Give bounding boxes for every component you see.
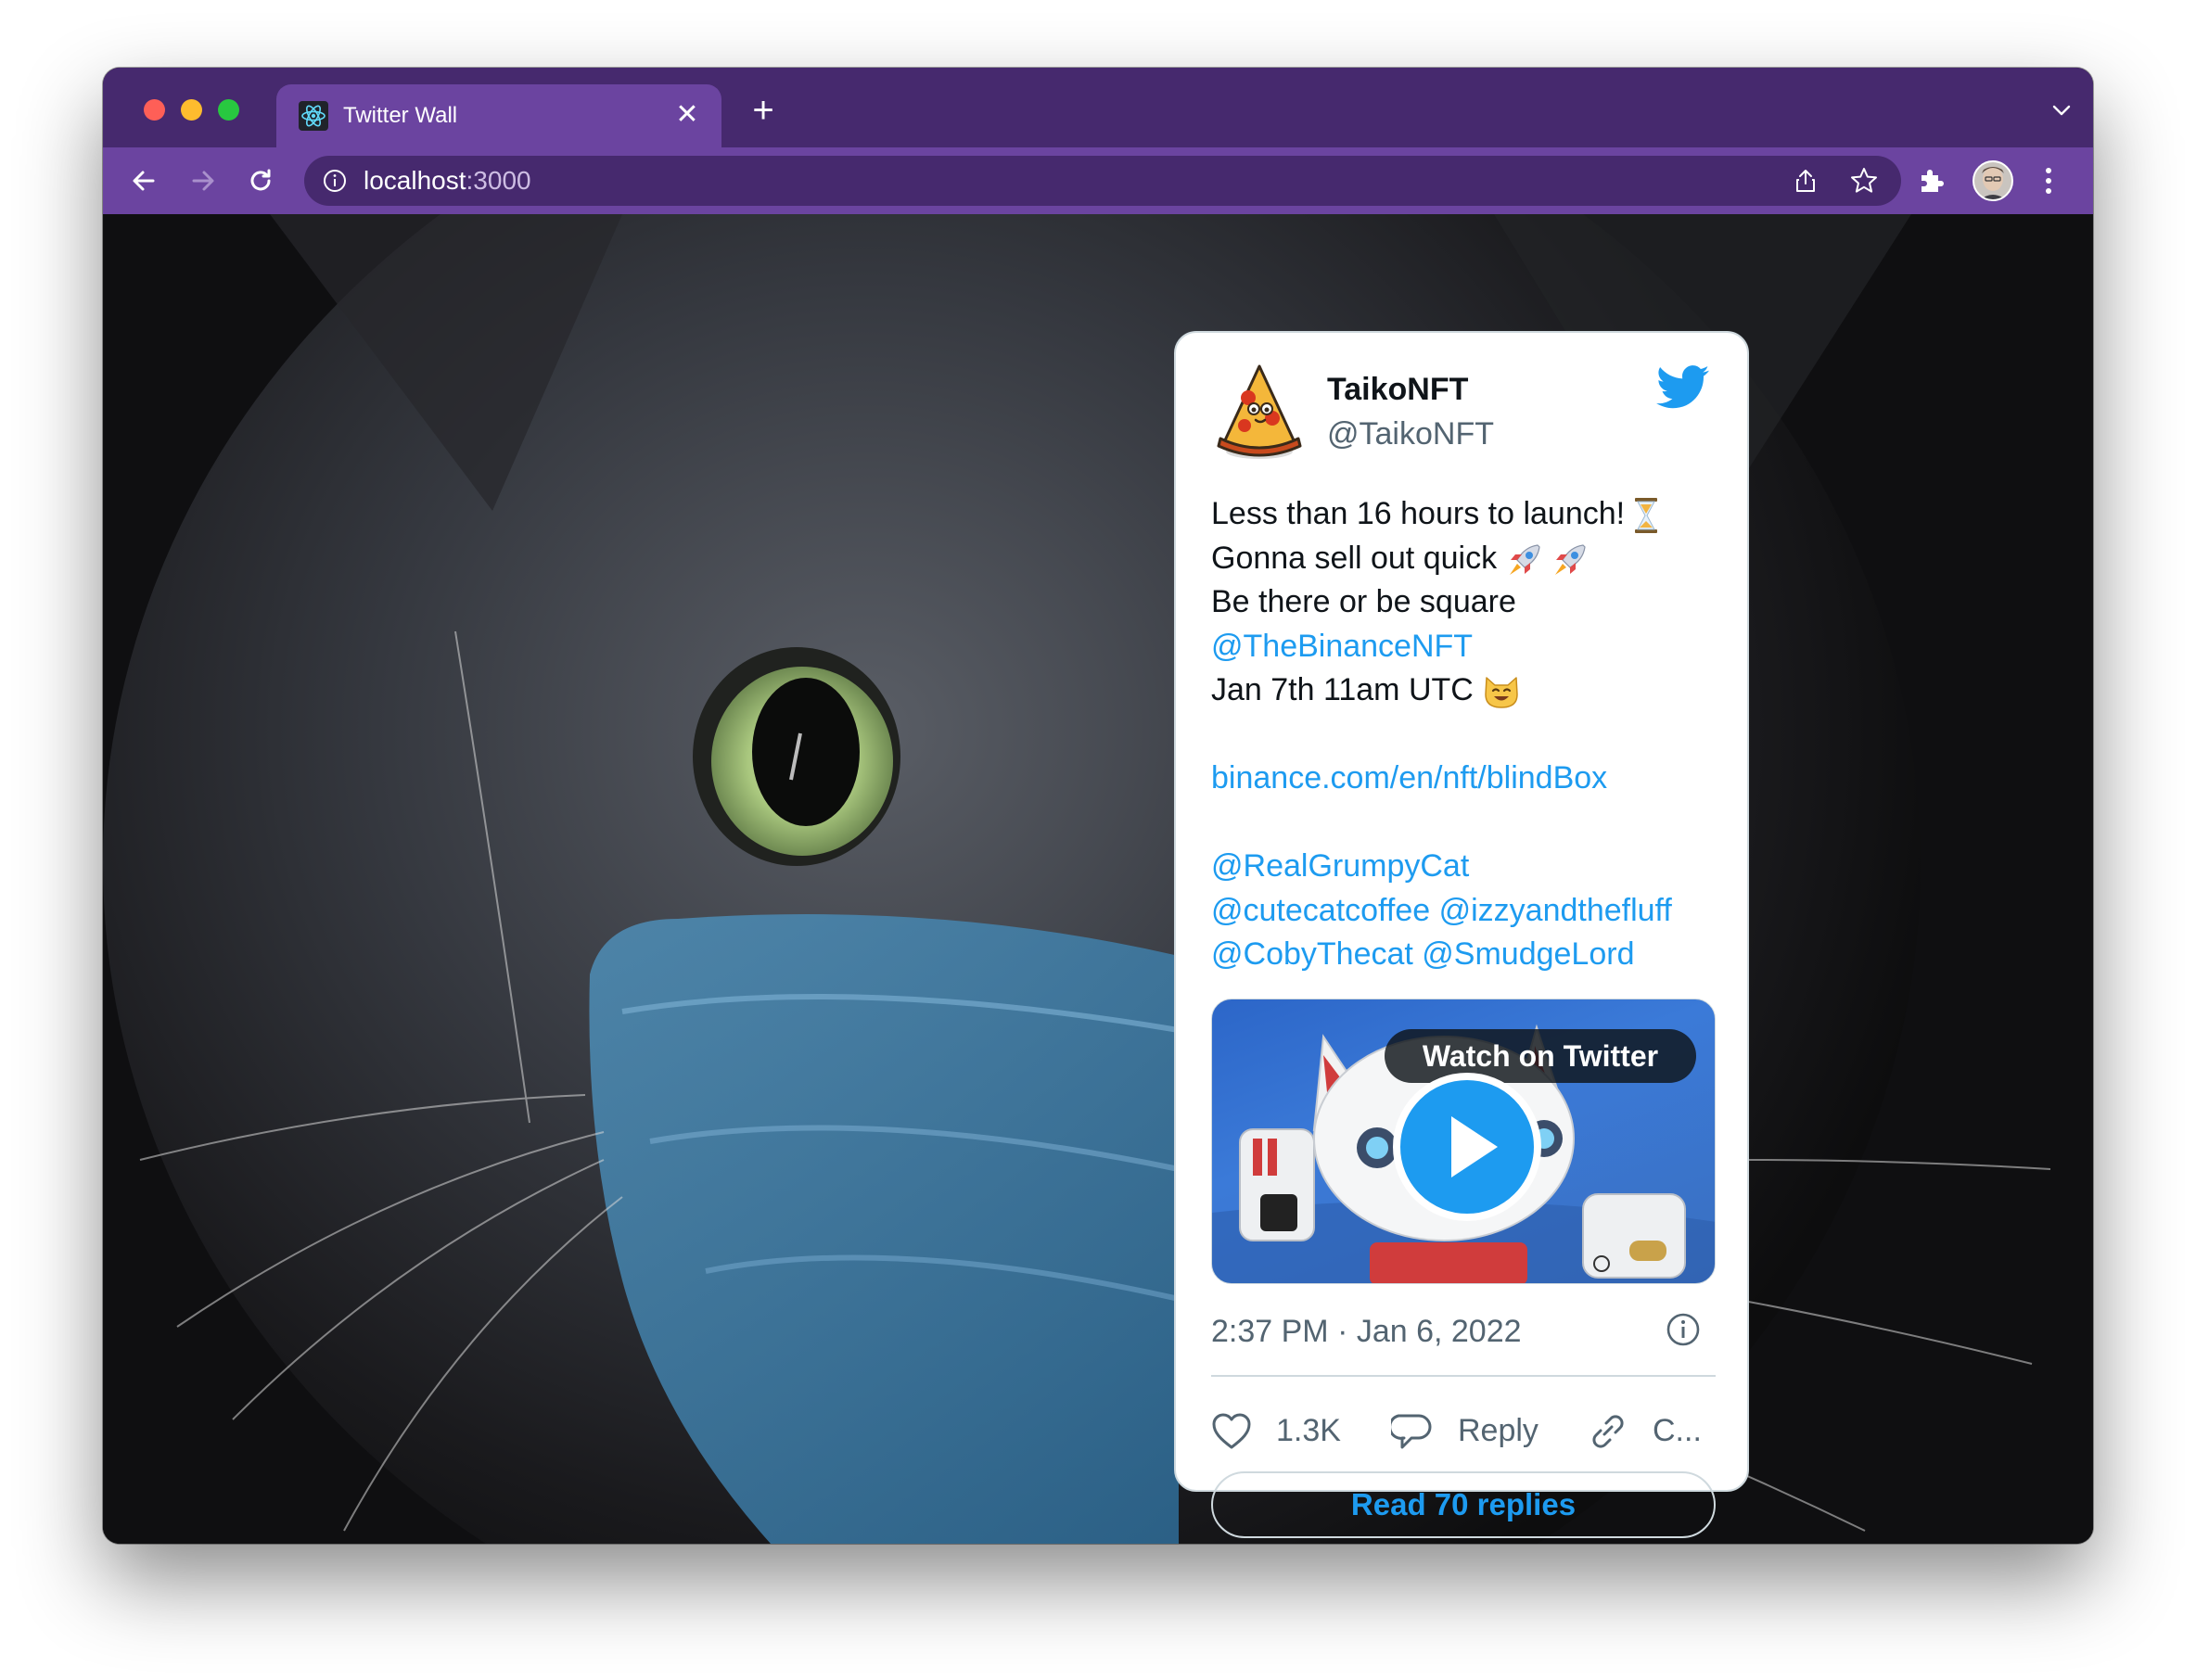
cat-background-image	[103, 214, 2093, 1544]
url-text: localhost:3000	[364, 166, 531, 195]
rocket-emoji-icon	[1509, 543, 1540, 575]
page-content: TaikoNFT @TaikoNFT Less than 16 hours to…	[103, 214, 2093, 1544]
react-icon	[299, 101, 328, 131]
link-chain-icon	[1592, 1415, 1624, 1448]
speech-bubble-icon	[1391, 1414, 1432, 1449]
reply-action[interactable]: Reply	[1391, 1408, 1558, 1453]
rocket-emoji-icon-2	[1554, 543, 1586, 575]
twitter-bird-icon[interactable]	[1656, 364, 1710, 411]
copy-link-label: C...	[1653, 1413, 1702, 1448]
address-bar[interactable]: localhost:3000	[304, 156, 1901, 206]
tweet-display-name[interactable]: TaikoNFT	[1327, 372, 1468, 408]
share-icon[interactable]	[1792, 167, 1819, 195]
back-arrow-icon[interactable]	[127, 164, 160, 197]
tweet-line-blank-1	[1211, 713, 1730, 757]
tweet-timestamp[interactable]: 2:37 PM · Jan 6, 2022	[1211, 1314, 1522, 1350]
mention-cobythecat-smudgelord-links[interactable]: @CobyThecat @SmudgeLord	[1211, 933, 1730, 977]
close-window-button[interactable]	[144, 99, 165, 121]
maximize-window-button[interactable]	[218, 99, 239, 121]
tweet-line-3: Be there or be square	[1211, 584, 1516, 619]
hourglass-emoji-icon	[1634, 498, 1657, 534]
like-count: 1.3K	[1276, 1413, 1341, 1448]
copy-link-action[interactable]: C...	[1588, 1408, 1717, 1453]
browser-window: Twitter Wall ✕ + localhost:3000 TaikoNFT…	[103, 68, 2093, 1544]
minimize-window-button[interactable]	[181, 99, 202, 121]
tab-close-icon[interactable]: ✕	[671, 99, 703, 131]
tab-strip: Twitter Wall ✕ +	[103, 68, 2093, 147]
tweet-line-1: Less than 16 hours to launch!	[1211, 496, 1626, 531]
forward-arrow-icon[interactable]	[186, 164, 220, 197]
tweet-divider	[1211, 1375, 1716, 1377]
reply-label: Reply	[1458, 1413, 1538, 1448]
like-action[interactable]: 1.3K	[1211, 1408, 1341, 1453]
bookmark-star-icon[interactable]	[1849, 166, 1879, 196]
tweet-line-blank-2	[1211, 801, 1730, 846]
heart-icon	[1212, 1413, 1251, 1449]
tab-twitter-wall[interactable]: Twitter Wall ✕	[276, 84, 721, 147]
binance-blindbox-link[interactable]: binance.com/en/nft/blindBox	[1211, 757, 1730, 801]
new-tab-button[interactable]: +	[743, 90, 784, 131]
tab-title: Twitter Wall	[343, 103, 458, 128]
read-replies-button[interactable]: Read 70 replies	[1211, 1471, 1716, 1538]
more-vert-icon[interactable]	[2043, 164, 2054, 197]
tweet-handle[interactable]: @TaikoNFT	[1327, 416, 1494, 452]
play-icon[interactable]	[1392, 1072, 1542, 1222]
browser-toolbar: localhost:3000	[103, 147, 2093, 214]
reload-icon[interactable]	[244, 164, 277, 197]
tweet-line-2: Gonna sell out quick	[1211, 540, 1498, 576]
smiling-cat-emoji-icon	[1485, 677, 1519, 708]
site-info-icon[interactable]	[323, 169, 347, 193]
tweet-text: Less than 16 hours to launch! Gonna sell…	[1211, 492, 1730, 977]
mention-realgrumpycat-link[interactable]: @RealGrumpyCat	[1211, 845, 1730, 889]
tweet-line-5: Jan 7th 11am UTC	[1211, 672, 1474, 707]
info-icon[interactable]	[1666, 1312, 1701, 1347]
tweet-video-thumbnail[interactable]: Watch on Twitter	[1211, 999, 1716, 1284]
mention-thebinancenft-link[interactable]: @TheBinanceNFT	[1211, 625, 1730, 669]
extensions-puzzle-icon[interactable]	[1914, 164, 1947, 197]
mention-cutecatcoffee-izzyandthefluff-links[interactable]: @cutecatcoffee @izzyandthefluff	[1211, 889, 1730, 934]
pizza-avatar[interactable]	[1211, 361, 1308, 463]
chevron-down-icon[interactable]	[2050, 99, 2073, 121]
profile-avatar[interactable]	[1973, 160, 2013, 201]
embedded-tweet-card: TaikoNFT @TaikoNFT Less than 16 hours to…	[1174, 331, 1749, 1538]
